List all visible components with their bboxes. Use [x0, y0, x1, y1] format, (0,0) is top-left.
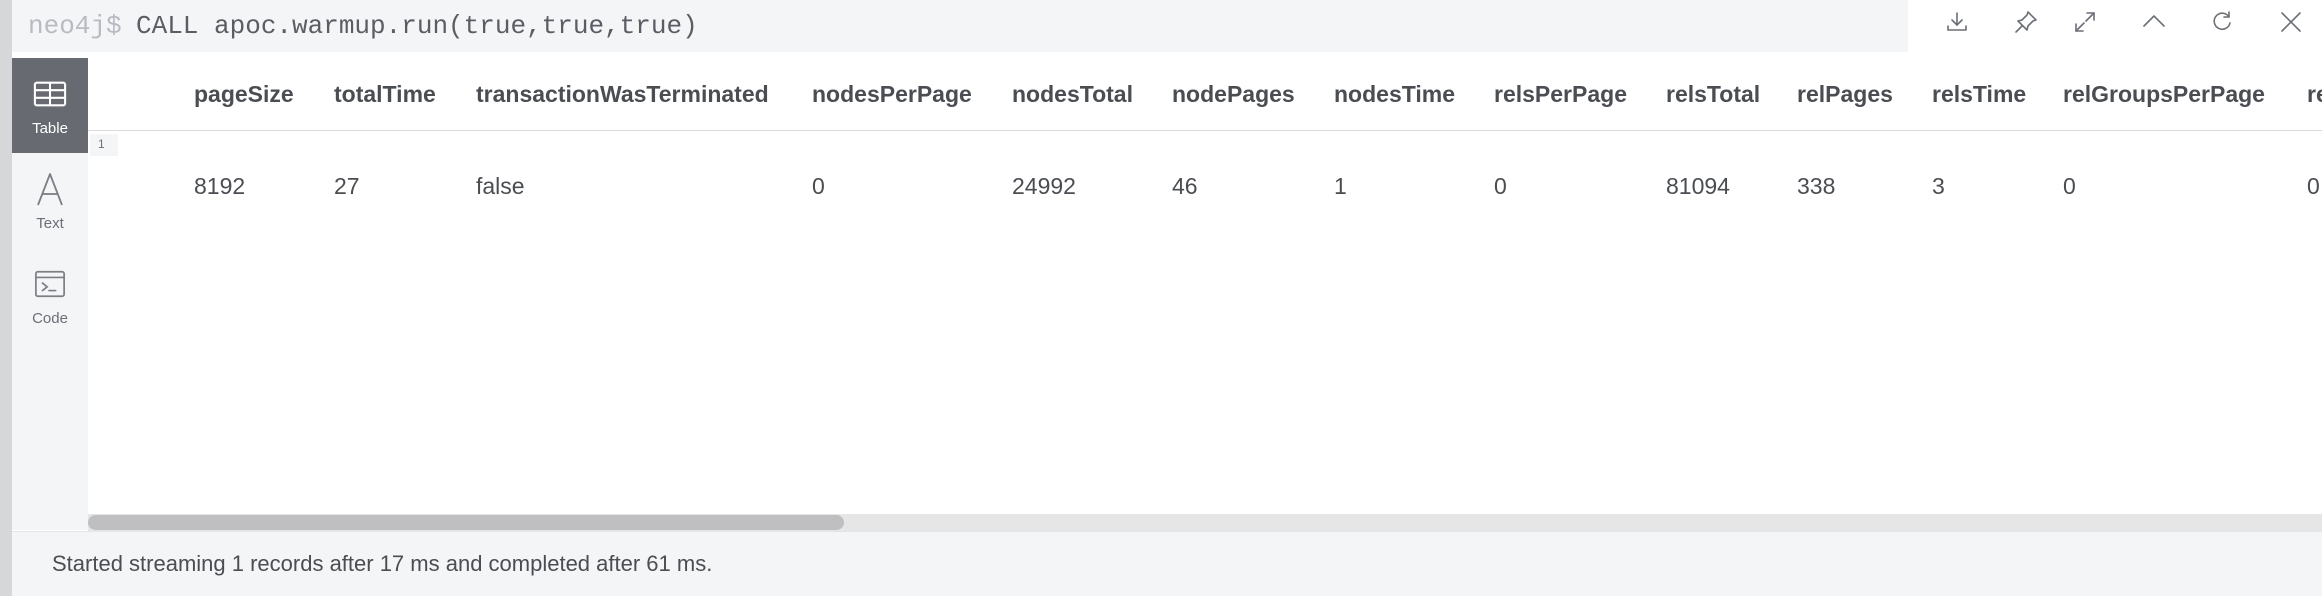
collapse-button[interactable]: [2131, 2, 2177, 46]
table-cell: 0: [2063, 173, 2076, 199]
column-header[interactable]: pageSize: [194, 58, 294, 130]
column-header[interactable]: relsTime: [1932, 58, 2026, 130]
column-header[interactable]: relPages: [1797, 58, 1893, 130]
status-text: Started streaming 1 records after 17 ms …: [52, 551, 713, 576]
column-header[interactable]: nodePages: [1172, 58, 1295, 130]
nav-item-text[interactable]: Text: [12, 153, 88, 248]
frame-left-edge: [0, 0, 12, 596]
chevron-up-icon: [2141, 9, 2167, 40]
column-header[interactable]: relGroupsPerPage: [2063, 58, 2265, 130]
table-cell: 81094: [1666, 173, 1730, 199]
query-text[interactable]: CALL apoc.warmup.run(true,true,true): [136, 0, 698, 52]
nav-label-text: Text: [36, 215, 64, 232]
column-header[interactable]: nodesTotal: [1012, 58, 1133, 130]
table-cell: 3: [1932, 173, 1945, 199]
column-header[interactable]: re: [2307, 58, 2322, 130]
expand-button[interactable]: [2062, 2, 2108, 46]
table-cell: 338: [1797, 173, 1836, 199]
table-icon: [32, 76, 68, 112]
pin-button[interactable]: [2003, 2, 2049, 46]
prompt-label: neo4j$: [28, 11, 122, 41]
table-cell: 46: [1172, 173, 1198, 199]
column-header[interactable]: nodesPerPage: [812, 58, 972, 130]
pin-icon: [2013, 9, 2039, 40]
table-cell: 0: [812, 173, 825, 199]
table-cell: 1: [1334, 173, 1347, 199]
expand-icon: [2072, 9, 2098, 40]
row-index: 1: [90, 134, 118, 156]
refresh-icon: [2209, 9, 2235, 40]
table-cell: 8192: [194, 173, 246, 199]
column-header[interactable]: relsPerPage: [1494, 58, 1627, 130]
download-button[interactable]: [1934, 2, 1980, 46]
view-switcher: Table Text Code: [12, 58, 88, 530]
command-bar[interactable]: neo4j$ CALL apoc.warmup.run(true,true,tr…: [12, 0, 1908, 52]
table-cell: 0: [2307, 173, 2320, 199]
close-button[interactable]: [2268, 2, 2314, 46]
column-header[interactable]: relsTotal: [1666, 58, 1760, 130]
code-icon: [32, 266, 68, 302]
close-icon: [2278, 9, 2304, 40]
rerun-button[interactable]: [2199, 2, 2245, 46]
column-header[interactable]: nodesTime: [1334, 58, 1455, 130]
column-header[interactable]: totalTime: [334, 58, 436, 130]
nav-item-table[interactable]: Table: [12, 58, 88, 153]
nav-item-code[interactable]: Code: [12, 248, 88, 343]
horizontal-scrollbar[interactable]: [88, 514, 2322, 531]
nav-label-code: Code: [32, 310, 68, 327]
column-header[interactable]: transactionWasTerminated: [476, 58, 769, 130]
result-frame: neo4j$ CALL apoc.warmup.run(true,true,tr…: [0, 0, 2322, 596]
text-icon: [32, 171, 68, 207]
status-bar: Started streaming 1 records after 17 ms …: [12, 532, 2322, 596]
scrollbar-thumb[interactable]: [88, 515, 844, 530]
table-cell: false: [476, 173, 525, 199]
result-table: pageSize totalTime transactionWasTermina…: [88, 58, 2322, 514]
table-cell: 0: [1494, 173, 1507, 199]
table-cell: 24992: [1012, 173, 1076, 199]
download-icon: [1944, 9, 1970, 40]
table-header-row: pageSize totalTime transactionWasTermina…: [88, 58, 2322, 131]
nav-label-table: Table: [32, 120, 68, 137]
table-cell: 27: [334, 173, 360, 199]
